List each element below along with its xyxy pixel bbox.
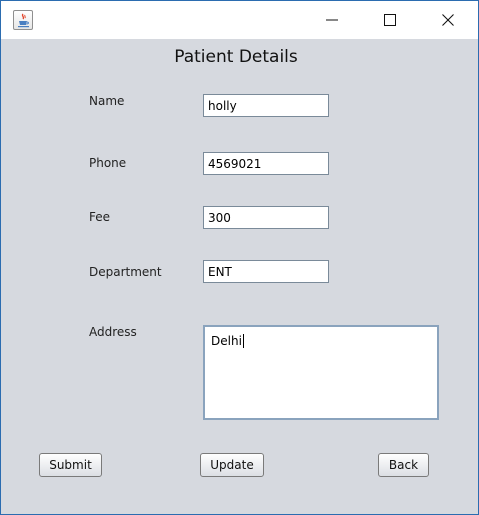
minimize-button[interactable] [303,1,361,39]
phone-field[interactable]: 4569021 [203,152,329,175]
department-label: Department [89,265,162,279]
app-window: Patient Details Name holly Phone 4569021… [0,0,479,515]
address-label: Address [89,325,137,339]
fee-field[interactable]: 300 [203,206,329,229]
name-label: Name [89,94,125,108]
page-title: Patient Details [174,47,298,67]
update-button[interactable]: Update [200,453,264,477]
minimize-icon [326,19,338,21]
phone-label: Phone [89,156,127,170]
address-textarea[interactable]: Delhi [203,325,439,420]
department-field[interactable]: ENT [203,260,329,283]
back-button[interactable]: Back [378,453,429,477]
maximize-button[interactable] [361,1,419,39]
title-bar[interactable] [1,1,478,39]
submit-button[interactable]: Submit [39,453,102,477]
maximize-icon [384,14,396,26]
name-field[interactable]: holly [203,94,329,117]
close-button[interactable] [419,1,477,39]
fee-label: Fee [89,210,111,224]
text-caret [242,334,244,348]
form-panel: Patient Details Name holly Phone 4569021… [1,39,478,514]
java-cup-icon[interactable] [13,10,33,30]
address-text: Delhi [211,334,242,348]
close-icon [442,14,454,26]
